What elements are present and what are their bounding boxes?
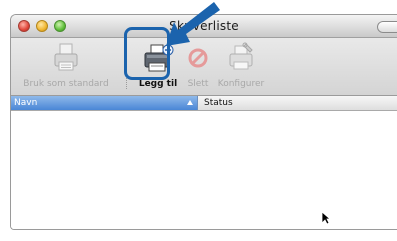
table-header: Navn Status <box>11 96 397 111</box>
make-default-label: Bruk som standard <box>23 79 109 89</box>
column-header-name-label: Navn <box>14 98 38 108</box>
printer-list[interactable] <box>11 111 397 229</box>
mouse-cursor-icon <box>321 210 332 229</box>
column-header-status-label: Status <box>204 98 233 108</box>
configure-icon <box>226 42 256 80</box>
toolbar-toggle-button[interactable] <box>377 21 397 33</box>
column-header-status[interactable]: Status <box>199 96 397 110</box>
sort-ascending-icon <box>187 100 193 105</box>
configure-printer-label: Konfigurer <box>217 79 265 89</box>
add-printer-label: Legg til <box>138 79 178 89</box>
printer-default-icon <box>51 42 81 80</box>
delete-printer-label: Slett <box>187 79 209 89</box>
toolbar-separator <box>126 44 127 89</box>
column-header-name[interactable]: Navn <box>11 96 198 110</box>
pointer-arrow-icon <box>160 0 220 52</box>
configure-printer-button[interactable]: Konfigurer <box>211 38 271 95</box>
make-default-button[interactable]: Bruk som standard <box>11 38 121 95</box>
